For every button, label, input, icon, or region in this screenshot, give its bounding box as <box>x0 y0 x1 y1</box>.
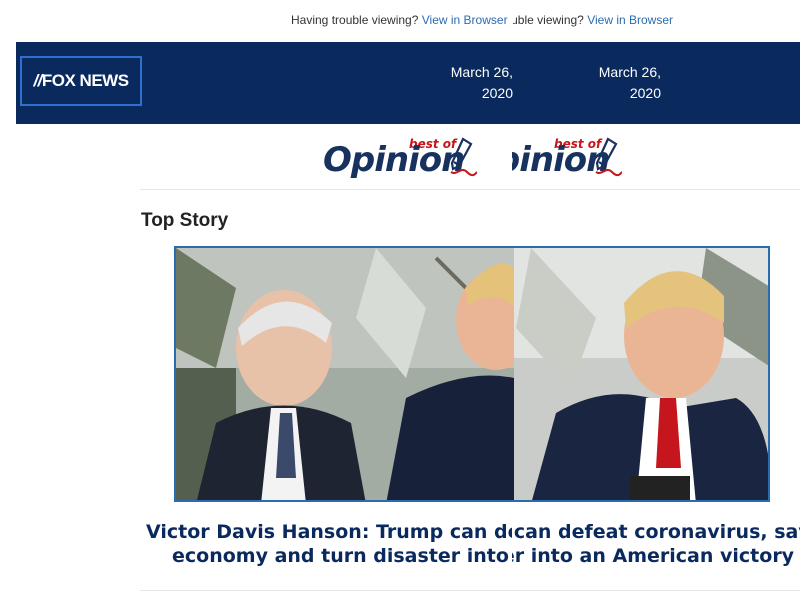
story-headline-dup[interactable]: Victor Davis Hanson: Trump can defeat co… <box>512 520 800 568</box>
logo-text: FOX NEWS <box>41 71 129 90</box>
story-headline[interactable]: Victor Davis Hanson: Trump can defeat co… <box>146 520 512 568</box>
story-photo <box>176 248 768 500</box>
top-story-image[interactable] <box>174 246 770 502</box>
logo-slash-icon: // <box>33 71 42 90</box>
view-in-browser-link[interactable]: View in Browser <box>422 13 508 27</box>
view-in-browser-link[interactable]: View in Browser <box>587 13 673 27</box>
fox-news-logo[interactable]: //FOX NEWS <box>20 56 142 106</box>
trouble-text: Having trouble viewing? <box>291 13 419 27</box>
trouble-viewing-line-dup: Having trouble viewing? View in Browser <box>513 13 673 27</box>
header-date: March 26, 2020 <box>450 64 513 101</box>
trouble-text: Having trouble viewing? <box>513 13 584 27</box>
trouble-viewing-line: Having trouble viewing? View in Browser <box>291 13 513 27</box>
header-date-dup: March 26, 2020 <box>598 64 661 101</box>
best-of-opinion-banner: best of Opinion <box>323 132 513 182</box>
best-of-opinion-banner-dup: best of Opinion <box>512 132 632 182</box>
pen-icon <box>595 137 622 177</box>
divider <box>140 590 800 591</box>
opinion-label: Opinion <box>323 140 465 180</box>
pen-icon <box>450 137 477 177</box>
section-title: Top Story <box>141 210 229 231</box>
divider <box>140 189 800 190</box>
